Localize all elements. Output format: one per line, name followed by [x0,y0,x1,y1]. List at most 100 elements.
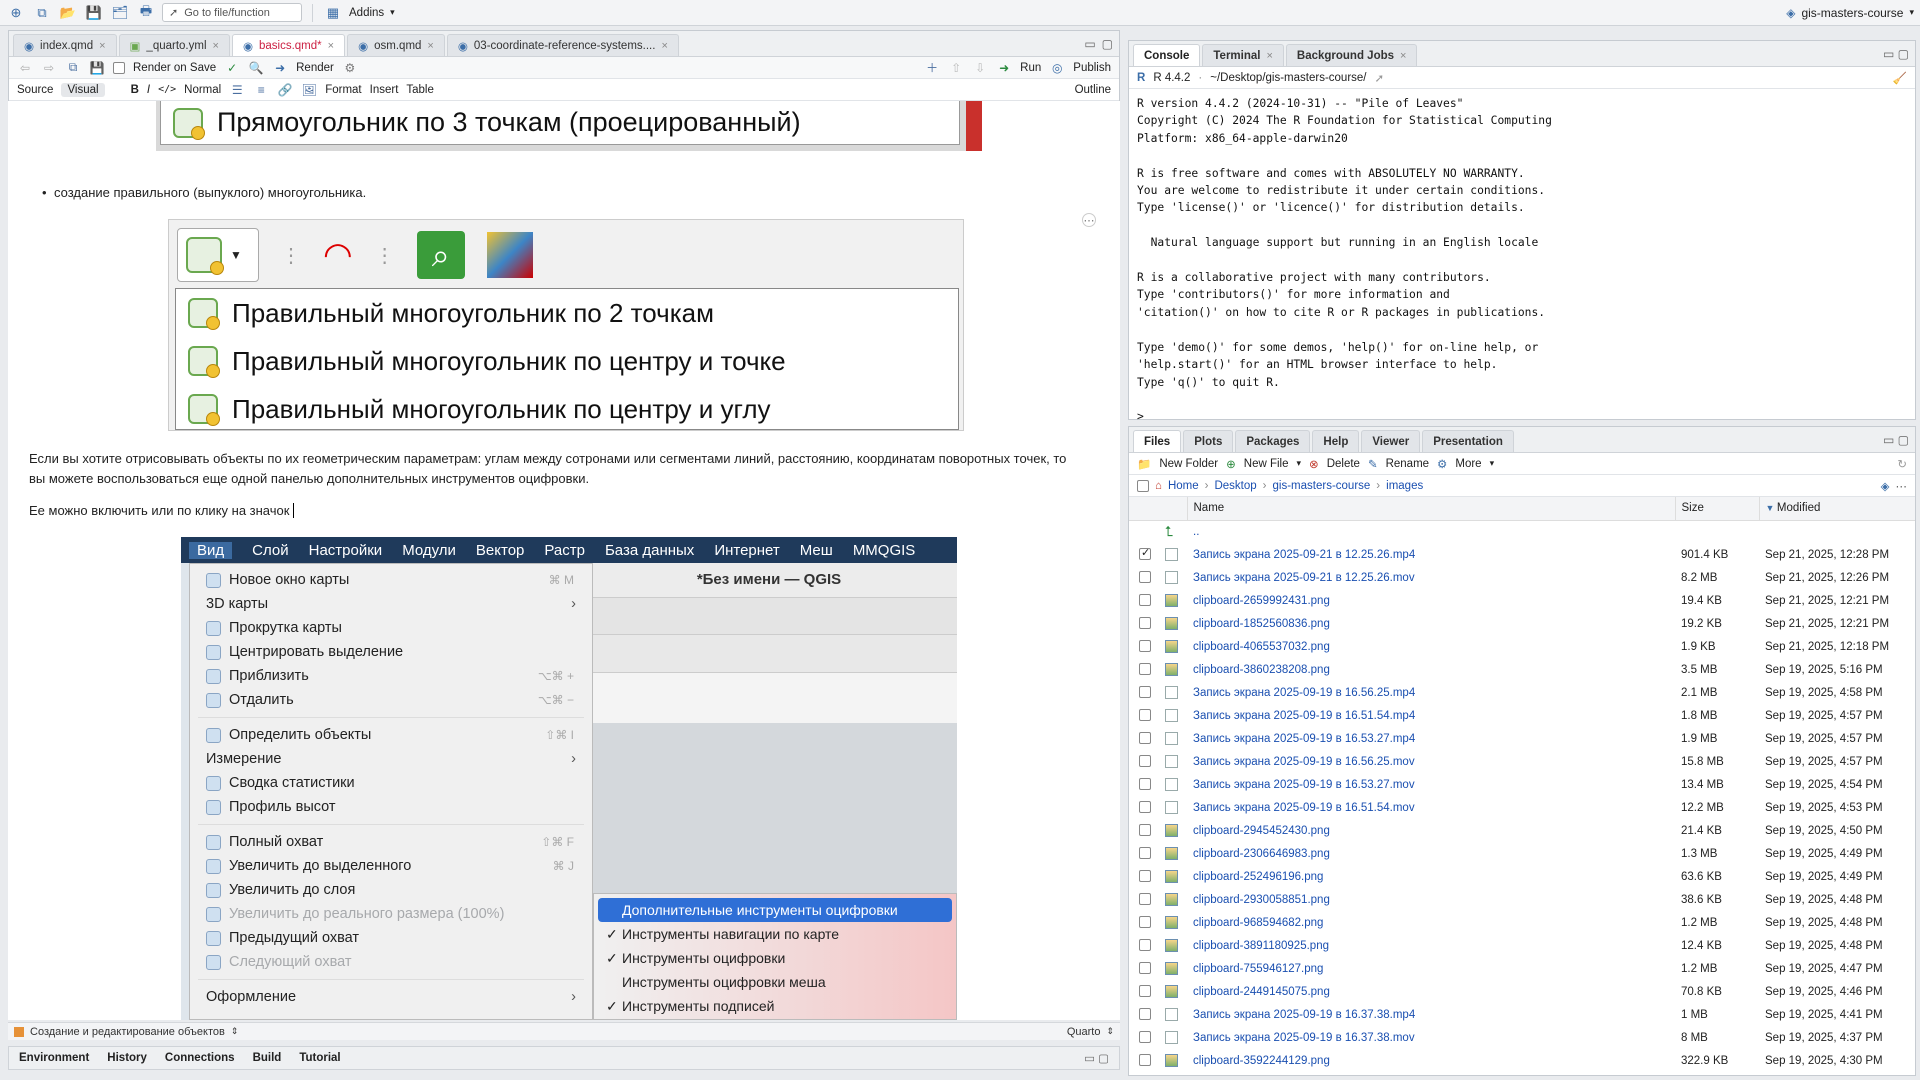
tab-connections[interactable]: Connections [165,1052,235,1064]
file-name[interactable]: Запись экрана 2025-09-19 в 16.37.38.mov [1187,1026,1675,1049]
goto-file-input[interactable]: ➚ Go to file/function [162,3,302,22]
restore-pane-icon[interactable]: ▭ ▢ [1084,1051,1109,1065]
close-icon[interactable]: × [1400,50,1406,62]
maximize-pane-icon[interactable]: ▭ ▢ [1883,433,1909,447]
console-output[interactable]: R version 4.4.2 (2024-10-31) -- "Pile of… [1129,89,1915,432]
visual-mode-button[interactable]: Visual [61,82,105,97]
minimize-pane-icon[interactable]: ▭ [1084,37,1095,51]
close-icon[interactable]: × [328,40,334,52]
table-row[interactable]: clipboard-2306646983.png 1.3 MB Sep 19, 20… [1129,842,1915,865]
row-checkbox[interactable] [1139,1054,1151,1067]
render-button[interactable]: Render [296,62,334,74]
table-row[interactable]: Запись экрана 2025-09-21 в 12.25.26.mov 8… [1129,566,1915,589]
code-icon[interactable]: </> [158,84,176,95]
parent-dir-link[interactable]: .. [1187,520,1675,543]
table-row[interactable]: clipboard-3592244129.png 322.9 KB Sep 19, … [1129,1049,1915,1072]
editor-tab[interactable]: ◉ 03-coordinate-reference-systems.... × [446,34,679,56]
column-modified[interactable]: ▼ Modified [1758,497,1915,520]
project-shortcut-icon[interactable]: ◈ [1881,479,1890,493]
tab-help[interactable]: Help [1312,430,1360,452]
file-name[interactable]: Запись экрана 2025-09-19 в 16.56.25.mp4 [1187,681,1675,704]
table-row[interactable]: Запись экрана 2025-09-19 в 16.37.38.mov 8… [1129,1026,1915,1049]
rename-button[interactable]: Rename [1386,458,1429,470]
table-row[interactable]: Запись экрана 2025-09-19 в 16.51.54.mov 1… [1129,796,1915,819]
maximize-pane-icon[interactable]: ▢ [1102,37,1113,51]
table-row[interactable]: Запись экрана 2025-09-21 в 12.25.26.mp4 9… [1129,543,1915,566]
editor-tab-active[interactable]: ◉ basics.qmd* × [231,34,346,56]
spellcheck-icon[interactable]: ✓ [224,60,240,76]
more-options-icon[interactable]: ⋯ [1082,213,1096,227]
file-name[interactable]: Запись экрана 2025-09-19 в 16.56.25.mov [1187,750,1675,773]
row-checkbox[interactable] [1139,1031,1151,1044]
insert-chunk-icon[interactable]: ＋ [924,60,940,76]
row-checkbox[interactable] [1139,870,1151,883]
tab-presentation[interactable]: Presentation [1422,430,1514,452]
file-name[interactable]: Запись экрана 2025-09-21 в 12.25.26.mov [1187,566,1675,589]
file-name[interactable]: clipboard-3860238208.png [1187,658,1675,681]
table-row[interactable]: Запись экрана 2025-09-19 в 16.53.27.mp4 1… [1129,727,1915,750]
gear-icon[interactable]: ⚙ [342,60,358,76]
column-name[interactable]: Name [1186,497,1675,520]
editor-tab[interactable]: ◉ index.qmd × [13,34,117,56]
row-checkbox[interactable] [1139,755,1151,768]
new-file-button[interactable]: New File [1244,458,1289,470]
format-menu[interactable]: Format [325,84,361,96]
editor-tab[interactable]: ◉ osm.qmd × [347,34,445,56]
tab-environment[interactable]: Environment [19,1052,89,1064]
source-mode-button[interactable]: Source [17,84,53,96]
render-on-save-checkbox[interactable] [113,61,125,74]
italic-icon[interactable]: I [147,84,150,96]
image-icon[interactable]: 🖼 [301,82,317,98]
block-format-dropdown[interactable]: Normal [184,84,221,96]
delete-button[interactable]: Delete [1327,458,1360,470]
tab-files[interactable]: Files [1133,430,1182,452]
file-name[interactable]: Запись экрана 2025-09-19 в 16.51.54.mp4 [1187,704,1675,727]
row-checkbox[interactable] [1139,847,1151,860]
new-project-icon[interactable]: ⧉ [32,3,52,23]
current-section[interactable]: Создание и редактирование объектов [30,1026,225,1038]
file-name[interactable]: clipboard-2306646983.png [1187,842,1675,865]
file-name[interactable]: Запись экрана 2025-09-19 в 16.37.38.mp4 [1187,1003,1675,1026]
file-name[interactable]: Запись экрана 2025-09-19 в 16.53.27.mp4 [1187,727,1675,750]
table-row[interactable]: clipboard-3860238208.png 3.5 MB Sep 19, 20… [1129,658,1915,681]
open-file-icon[interactable]: 📂 [58,3,78,23]
row-checkbox[interactable] [1139,709,1151,722]
save-all-icon[interactable]: 🗂 [110,3,130,23]
row-checkbox[interactable] [1139,546,1151,561]
close-icon[interactable]: × [99,40,105,52]
table-row[interactable]: ⮤ .. [1129,520,1915,543]
row-checkbox[interactable] [1139,801,1151,814]
column-size[interactable]: Size [1674,497,1759,520]
file-name[interactable]: clipboard-1852560836.png [1187,612,1675,635]
save-icon[interactable]: 💾 [84,3,104,23]
breadcrumb-project[interactable]: gis-masters-course [1273,480,1371,492]
file-name[interactable]: clipboard-968594682.png [1187,911,1675,934]
bold-icon[interactable]: B [131,84,139,96]
refresh-icon[interactable]: ↻ [1897,457,1907,471]
file-name[interactable]: clipboard-755946127.png [1187,957,1675,980]
working-directory[interactable]: ~/Desktop/gis-masters-course/ [1210,72,1366,84]
row-checkbox[interactable] [1139,732,1151,745]
close-icon[interactable]: × [661,40,667,52]
row-checkbox[interactable] [1139,893,1151,906]
table-row[interactable]: clipboard-2449145075.png 70.8 KB Sep 19, 2… [1129,980,1915,1003]
search-icon[interactable]: 🔍 [248,60,264,76]
table-row[interactable]: clipboard-4065537032.png 1.9 KB Sep 21, 20… [1129,635,1915,658]
close-icon[interactable]: × [1266,50,1272,62]
row-checkbox[interactable] [1139,962,1151,975]
table-row[interactable]: clipboard-1852560836.png 19.2 KB Sep 21, 2… [1129,612,1915,635]
row-checkbox[interactable] [1139,594,1151,607]
file-name[interactable]: Запись экрана 2025-09-19 в 16.53.27.mov [1187,773,1675,796]
project-menu[interactable]: ◈ gis-masters-course ▾ [1786,6,1914,20]
tab-console[interactable]: Console [1133,44,1201,66]
row-checkbox[interactable] [1139,686,1151,699]
table-row[interactable]: Запись экрана 2025-09-19 в 16.51.54.mp4 1… [1129,704,1915,727]
back-icon[interactable]: ⇦ [17,60,33,76]
file-name[interactable]: clipboard-2945452430.png [1187,819,1675,842]
file-name[interactable]: clipboard-252496196.png [1187,865,1675,888]
table-row[interactable]: clipboard-755946127.png 1.2 MB Sep 19, 202… [1129,957,1915,980]
editor-tab[interactable]: ▣ _quarto.yml × [118,34,230,56]
breadcrumb-desktop[interactable]: Desktop [1214,480,1256,492]
table-row[interactable]: Запись экрана 2025-09-19 в 16.53.27.mov 1… [1129,773,1915,796]
breadcrumb-images[interactable]: images [1386,480,1423,492]
